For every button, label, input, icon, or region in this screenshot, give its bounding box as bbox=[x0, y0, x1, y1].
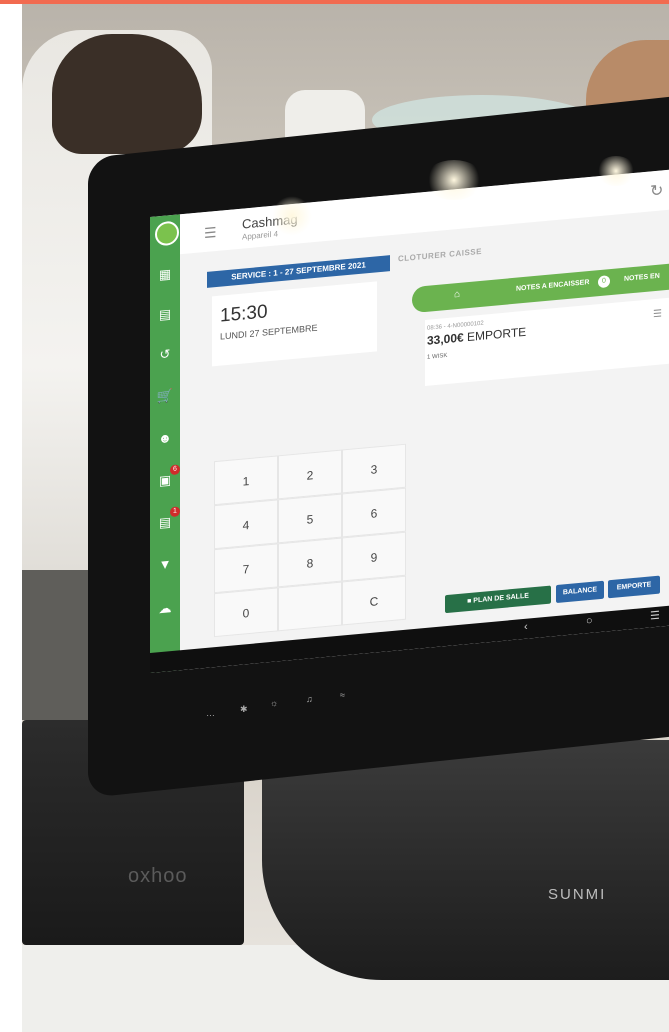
key-1[interactable]: 1 bbox=[214, 455, 278, 506]
refresh-icon[interactable]: ↻ bbox=[650, 180, 663, 201]
pos-screen: ▦ ▤ ↺ 🛒 ☻ ▣ 6 ▤ 1 ▼ ☁ ☰ Cashmag Appareil… bbox=[150, 169, 669, 673]
notes-badge: 1 bbox=[170, 506, 180, 518]
light-reflection bbox=[272, 196, 312, 236]
light-reflection bbox=[424, 160, 484, 200]
home-circle-icon[interactable]: ○ bbox=[586, 615, 593, 628]
chart-icon[interactable]: ▤ bbox=[156, 305, 174, 325]
clock-time: 15:30 bbox=[220, 301, 268, 327]
key-2[interactable]: 2 bbox=[278, 449, 342, 500]
tab-notes-a-encaisser[interactable]: NOTES A ENCAISSER bbox=[516, 279, 589, 293]
tab-notes-en[interactable]: NOTES EN bbox=[624, 273, 660, 283]
history-icon[interactable]: ↺ bbox=[156, 345, 174, 365]
order-mode: EMPORTE bbox=[467, 324, 527, 345]
menu-icon[interactable]: ☰ bbox=[204, 224, 218, 241]
wifi-icon: ≈ bbox=[340, 690, 345, 700]
terminal-stand bbox=[262, 740, 669, 980]
light-reflection bbox=[596, 156, 636, 186]
order-amount: 33,00€ bbox=[427, 330, 464, 348]
key-blank[interactable] bbox=[278, 581, 342, 632]
clipboard-icon[interactable]: ▦ bbox=[156, 265, 174, 285]
person-head bbox=[52, 34, 202, 154]
emporte-button[interactable]: EMPORTE bbox=[608, 575, 660, 599]
inbox-icon[interactable]: ▼ bbox=[156, 555, 174, 575]
stand-logo: SUNMI bbox=[548, 886, 607, 903]
list-menu-icon[interactable]: ☰ bbox=[653, 308, 662, 320]
key-3[interactable]: 3 bbox=[342, 443, 406, 494]
top-accent-band bbox=[0, 0, 669, 4]
app-subtitle: Appareil 4 bbox=[242, 229, 279, 242]
back-icon[interactable]: ‹ bbox=[524, 621, 528, 633]
order-item: 1 WISK bbox=[427, 352, 448, 361]
key-9[interactable]: 9 bbox=[342, 531, 406, 582]
clock-card: 15:30 LUNDI 27 SEPTEMBRE bbox=[212, 281, 377, 367]
photo-scene: oxhoo SUNMI ▦ ▤ ↺ 🛒 ☻ ▣ 6 ▤ 1 ▼ ☁ ☰ Cash… bbox=[0, 0, 669, 1032]
plan-de-salle-label: PLAN DE SALLE bbox=[473, 592, 529, 605]
cloturer-caisse-button[interactable]: CLOTURER CAISSE bbox=[398, 247, 482, 264]
balance-button[interactable]: BALANCE bbox=[556, 580, 604, 604]
users-icon[interactable]: ☻ bbox=[156, 429, 174, 449]
printer-logo: oxhoo bbox=[128, 865, 188, 887]
left-margin bbox=[0, 0, 22, 1032]
keypad: 1 2 3 4 5 6 7 8 9 0 C bbox=[214, 443, 412, 643]
calendar-badge: 6 bbox=[170, 464, 180, 476]
cloud-icon[interactable]: ☁ bbox=[156, 599, 174, 619]
key-0[interactable]: 0 bbox=[214, 587, 278, 638]
recents-icon[interactable]: ☰ bbox=[650, 609, 660, 623]
sidebar: ▦ ▤ ↺ 🛒 ☻ ▣ 6 ▤ 1 ▼ ☁ bbox=[150, 214, 180, 673]
avatar[interactable] bbox=[155, 220, 179, 247]
plan-de-salle-button[interactable]: ■ PLAN DE SALLE bbox=[445, 585, 551, 614]
home-icon[interactable]: ⌂ bbox=[454, 289, 460, 301]
order-card[interactable]: 08:36 - 4-N00000102 33,00€ EMPORTE 1 WIS… bbox=[425, 297, 669, 386]
more-icon: … bbox=[206, 708, 215, 718]
key-clear[interactable]: C bbox=[342, 575, 406, 626]
key-8[interactable]: 8 bbox=[278, 537, 342, 588]
key-6[interactable]: 6 bbox=[342, 487, 406, 538]
volume-icon: ♫ bbox=[306, 694, 313, 704]
bluetooth-icon: ✱ bbox=[240, 704, 248, 714]
key-4[interactable]: 4 bbox=[214, 499, 278, 550]
key-5[interactable]: 5 bbox=[278, 493, 342, 544]
brightness-icon: ☼ bbox=[270, 698, 279, 708]
tab-count-badge: 0 bbox=[598, 275, 610, 289]
key-7[interactable]: 7 bbox=[214, 543, 278, 594]
cart-icon[interactable]: 🛒 bbox=[156, 387, 174, 407]
